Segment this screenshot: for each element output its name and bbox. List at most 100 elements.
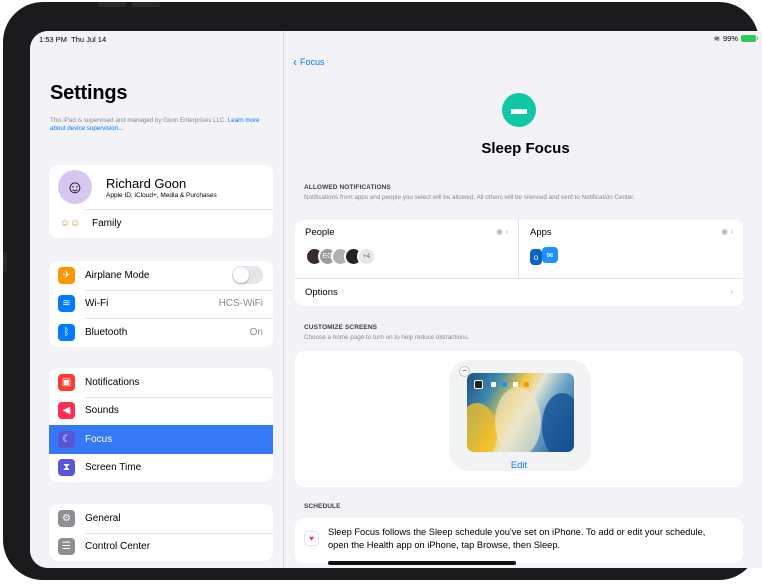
sidebar-item-label: General [85, 512, 121, 524]
app-thumbnail [513, 382, 518, 387]
chevron-right-icon: › [730, 287, 733, 296]
profile-text: Richard Goon Apple ID, iCloud+, Media & … [106, 176, 217, 199]
back-button[interactable]: ‹ Focus [293, 54, 325, 69]
sidebar-item-airplane-mode[interactable]: ✈ Airplane Mode [49, 261, 273, 290]
allowed-notifications-header: ALLOWED NOTIFICATIONS [304, 184, 391, 191]
status-date: Thu Jul 14 [71, 35, 107, 44]
top-button [98, 2, 126, 7]
people-cell[interactable]: People ◉ › EG +4 [295, 220, 519, 278]
ipad-frame: 1:53 PM Thu Jul 14 Settings This iPad is… [3, 2, 762, 580]
battery-percentage: 99% [722, 34, 738, 43]
home-screen-preview-container[interactable]: − [449, 360, 591, 471]
wifi-icon: ≋ [58, 295, 75, 313]
allowed-notifications-card: People ◉ › EG +4 Apps ◉ › o ✉ Options › [295, 220, 743, 306]
status-clock: 1:53 PM [39, 35, 67, 44]
sidebar-item-sounds[interactable]: ◀ Sounds [49, 396, 273, 426]
family-row[interactable]: ☺☺ Family [49, 209, 273, 238]
profile-group: ☺ Richard Goon Apple ID, iCloud+, Media … [49, 165, 273, 238]
edit-button[interactable]: Edit [295, 460, 743, 471]
wallpaper-shape [495, 387, 541, 452]
control-center-icon: ☰ [58, 538, 75, 556]
app-thumbnail [491, 382, 496, 387]
app-icon-thumbnails [491, 382, 529, 387]
airplane-icon: ✈ [58, 266, 75, 284]
battery-icon [741, 35, 758, 42]
customize-screens-header: CUSTOMIZE SCREENS [304, 324, 378, 331]
sidebar-item-label: Control Center [85, 541, 151, 553]
schedule-header: SCHEDULE [304, 503, 341, 510]
sidebar-item-control-center[interactable]: ☰ Control Center [49, 532, 273, 562]
focus-title: Sleep Focus [481, 140, 570, 157]
bluetooth-value: On [249, 326, 263, 338]
notifications-group: ▣ Notifications ◀ Sounds ☾ Focus ⧗ Scree… [49, 368, 273, 482]
customize-screens-subtext: Choose a home page to turn on to help re… [304, 334, 470, 341]
screen: 1:53 PM Thu Jul 14 Settings This iPad is… [30, 31, 762, 568]
wallpaper-shape [542, 393, 574, 452]
sidebar-item-label: Wi-Fi [85, 298, 109, 310]
moon-icon: ☾ [58, 430, 75, 448]
sidebar-item-label: Notifications [85, 376, 140, 388]
customize-screens-card: − Edit [295, 351, 743, 487]
sidebar-item-bluetooth[interactable]: ᛒ Bluetooth On [49, 318, 273, 347]
sidebar-item-notifications[interactable]: ▣ Notifications [49, 368, 273, 397]
home-indicator[interactable] [328, 561, 516, 565]
status-indicators: ≋ 99% [713, 34, 758, 43]
options-row[interactable]: Options › [295, 278, 743, 306]
supervision-text: This iPad is supervised and managed by G… [50, 117, 227, 124]
status-time: 1:53 PM Thu Jul 14 [39, 35, 106, 44]
people-chevron-icon: ◉ › [496, 227, 508, 236]
sidebar-item-label: Focus [85, 433, 113, 445]
back-label: Focus [300, 57, 325, 67]
wallpaper-shape [467, 403, 497, 452]
side-button [3, 252, 7, 272]
sidebar: 1:53 PM Thu Jul 14 Settings This iPad is… [30, 31, 284, 568]
toggle-knob [233, 267, 249, 284]
chevron-left-icon: ‹ [293, 54, 297, 69]
wifi-network-value: HCS-WiFi [218, 298, 263, 310]
profile-name: Richard Goon [106, 175, 187, 191]
family-avatars-icon: ☺☺ [59, 217, 81, 229]
airplane-mode-toggle[interactable] [232, 266, 263, 285]
sidebar-item-label: Screen Time [85, 462, 142, 474]
apps-cell[interactable]: Apps ◉ › o ✉ [520, 220, 743, 278]
health-heart-icon: ♥ [304, 531, 319, 546]
app-thumbnail [502, 382, 507, 387]
general-group: ⚙ General ☰ Control Center [49, 504, 273, 561]
avatar: ☺ [58, 170, 92, 204]
sidebar-item-label: Airplane Mode [85, 269, 150, 281]
sidebar-item-general[interactable]: ⚙ General [49, 504, 273, 533]
app-thumbnail [524, 382, 529, 387]
sidebar-item-label: Sounds [85, 405, 119, 417]
people-avatars: EG +4 [305, 247, 376, 266]
home-screen-preview[interactable] [467, 373, 574, 452]
allowed-notifications-subtext: Notifications from apps and people you s… [304, 194, 635, 201]
sounds-icon: ◀ [58, 402, 75, 420]
schedule-card: ♥ Sleep Focus follows the Sleep schedule… [295, 518, 743, 563]
top-button [132, 2, 160, 7]
bluetooth-icon: ᛒ [58, 323, 75, 341]
outlook-icon: o [530, 249, 542, 265]
allowed-app-icons: o ✉ [530, 247, 558, 265]
gear-icon: ⚙ [58, 509, 75, 527]
sidebar-item-wifi[interactable]: ≋ Wi-Fi HCS-WiFi [49, 289, 273, 319]
apps-chevron-icon: ◉ › [721, 227, 733, 236]
wifi-status-icon: ≋ [713, 34, 720, 43]
remove-icon[interactable]: − [459, 366, 470, 377]
more-people-count: +4 [363, 253, 370, 260]
focus-detail-pane: ≋ 99% ‹ Focus ▬ Sleep Focus ALLOWED NOTI… [285, 31, 762, 568]
page-title: Settings [50, 82, 128, 104]
apps-label: Apps [530, 227, 552, 238]
mail-icon: ✉ [542, 247, 558, 263]
people-label: People [305, 227, 335, 238]
notifications-icon: ▣ [58, 373, 75, 391]
schedule-description: Sleep Focus follows the Sleep schedule y… [328, 527, 706, 550]
sidebar-item-screen-time[interactable]: ⧗ Screen Time [49, 454, 273, 483]
supervision-notice: This iPad is supervised and managed by G… [50, 117, 268, 133]
sidebar-item-label: Bluetooth [85, 326, 128, 338]
profile-subtitle: Apple ID, iCloud+, Media & Purchases [106, 191, 217, 199]
options-label: Options [305, 287, 338, 298]
hourglass-icon: ⧗ [58, 459, 75, 477]
sidebar-item-focus[interactable]: ☾ Focus [49, 425, 273, 454]
more-people-badge: +4 [357, 247, 376, 266]
apple-id-row[interactable]: ☺ Richard Goon Apple ID, iCloud+, Media … [49, 165, 273, 209]
